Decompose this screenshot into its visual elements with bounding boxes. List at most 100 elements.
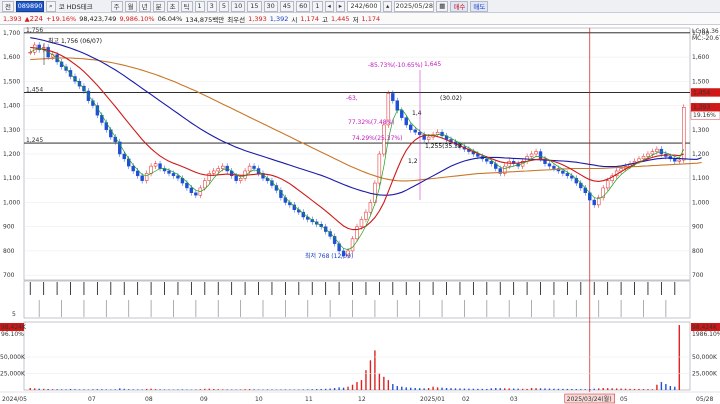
candle-body <box>655 148 659 152</box>
x-tick-label: 12 <box>358 396 366 403</box>
volume-bar <box>517 388 519 390</box>
volume-bar <box>674 386 676 390</box>
volume-bar <box>34 388 36 390</box>
candle-body <box>247 165 252 172</box>
volume-bar <box>42 388 45 390</box>
volume-bar <box>195 389 197 390</box>
volume-bar <box>535 388 537 390</box>
volume-bar <box>74 389 76 390</box>
volume-bar <box>324 388 327 390</box>
volume-bar <box>562 388 564 390</box>
volume-bar <box>638 389 640 390</box>
volume-bar <box>405 387 407 390</box>
candle-body <box>364 211 368 220</box>
candle-body <box>171 173 176 177</box>
candle-body <box>534 151 538 155</box>
signal-tick-label: 5 <box>12 311 16 318</box>
candle-body <box>547 163 552 167</box>
candle-body <box>122 153 126 160</box>
volume-bar <box>512 388 515 390</box>
volume-bar <box>266 389 269 390</box>
candle-body <box>238 177 243 181</box>
candle-body <box>212 170 216 174</box>
volume-bar <box>499 388 501 390</box>
candle-body <box>489 161 493 164</box>
level-label: 1,756 <box>26 27 43 34</box>
candle-body <box>409 124 413 131</box>
volume-bar <box>606 388 609 390</box>
volume-tick-label-right: 50,000K <box>692 354 718 361</box>
pct-30-label: (30.02) <box>440 95 462 102</box>
volume-bar <box>445 388 448 390</box>
candle-body <box>417 131 422 135</box>
candle-body <box>158 163 162 169</box>
candle-body <box>552 165 556 169</box>
volume-bar <box>432 386 434 390</box>
volume-bar <box>271 389 273 390</box>
volume-bar <box>490 388 492 390</box>
volume-bar <box>244 389 246 390</box>
candle-body <box>637 158 641 162</box>
volume-bar <box>29 388 31 390</box>
volume-bar <box>280 389 282 390</box>
x-tick-label: 02 <box>462 396 470 403</box>
volume-bar <box>633 388 636 390</box>
volume-bar <box>584 389 586 390</box>
price-chart[interactable]: 1,7561,4541,245 5 1,700 1,7001,600 1,6001,… <box>0 0 720 404</box>
volume-bar <box>253 389 255 390</box>
candle-body <box>391 93 395 101</box>
cursor-date-label: 2025/03/24(월) <box>567 395 612 403</box>
volume-bar <box>47 389 49 390</box>
volume-bar <box>526 388 528 390</box>
volume-bar <box>78 389 81 390</box>
volume-bar <box>298 389 300 390</box>
peak-annotation: 1,645 <box>424 61 441 68</box>
volume-bar <box>333 388 336 390</box>
volume-bar <box>374 350 376 390</box>
volume-bar <box>454 388 457 390</box>
price-tick-label: 1,700 <box>3 30 20 37</box>
volume-bar <box>401 386 403 390</box>
chart-background <box>0 26 720 404</box>
price-tick-label: 1,200 <box>3 151 20 158</box>
legend-mc: MC:-20.67 <box>692 35 720 42</box>
volume-bar <box>495 388 497 390</box>
volume-bar <box>481 388 484 390</box>
candle-body <box>400 110 404 118</box>
volume-bar <box>181 389 184 390</box>
volume-bar <box>208 388 210 390</box>
candle-body <box>377 153 382 184</box>
volume-bar <box>414 388 416 390</box>
volume-bar <box>557 388 560 390</box>
x-tick-label: 2024/05 <box>2 396 27 403</box>
price-tick-label-right: 1,100 <box>692 175 709 182</box>
volume-bar <box>593 388 595 390</box>
volume-bar <box>154 389 157 390</box>
candle-body <box>404 117 408 126</box>
volume-bar <box>486 388 488 390</box>
stock-chart-window: 전 089890 ⌕ 코 HDS테크 주 월 년 분 초 틱 1 3 5 10 … <box>0 0 720 404</box>
volume-bar <box>105 389 108 390</box>
volume-bar <box>369 360 372 390</box>
volume-bar <box>87 389 90 390</box>
volume-bar <box>418 388 421 390</box>
volume-bar <box>530 388 533 390</box>
volume-bar <box>316 389 318 390</box>
volume-bar <box>396 386 398 390</box>
volume-bar <box>338 387 340 390</box>
volume-bar <box>289 389 291 390</box>
volume-bar <box>96 389 99 390</box>
candle-body <box>682 106 686 161</box>
volume-bar <box>378 373 381 390</box>
x-tick-label: 09 <box>200 396 208 403</box>
volume-bar <box>589 389 591 390</box>
price-tick-label-right: 1,000 <box>692 199 709 206</box>
volume-bar <box>463 388 466 390</box>
candle-body <box>673 158 677 162</box>
candle-body <box>485 158 489 162</box>
volume-bar <box>132 389 134 390</box>
volume-bar <box>159 389 161 390</box>
volume-bar <box>110 389 112 390</box>
volume-bar <box>387 380 390 390</box>
candle-body <box>140 175 144 181</box>
